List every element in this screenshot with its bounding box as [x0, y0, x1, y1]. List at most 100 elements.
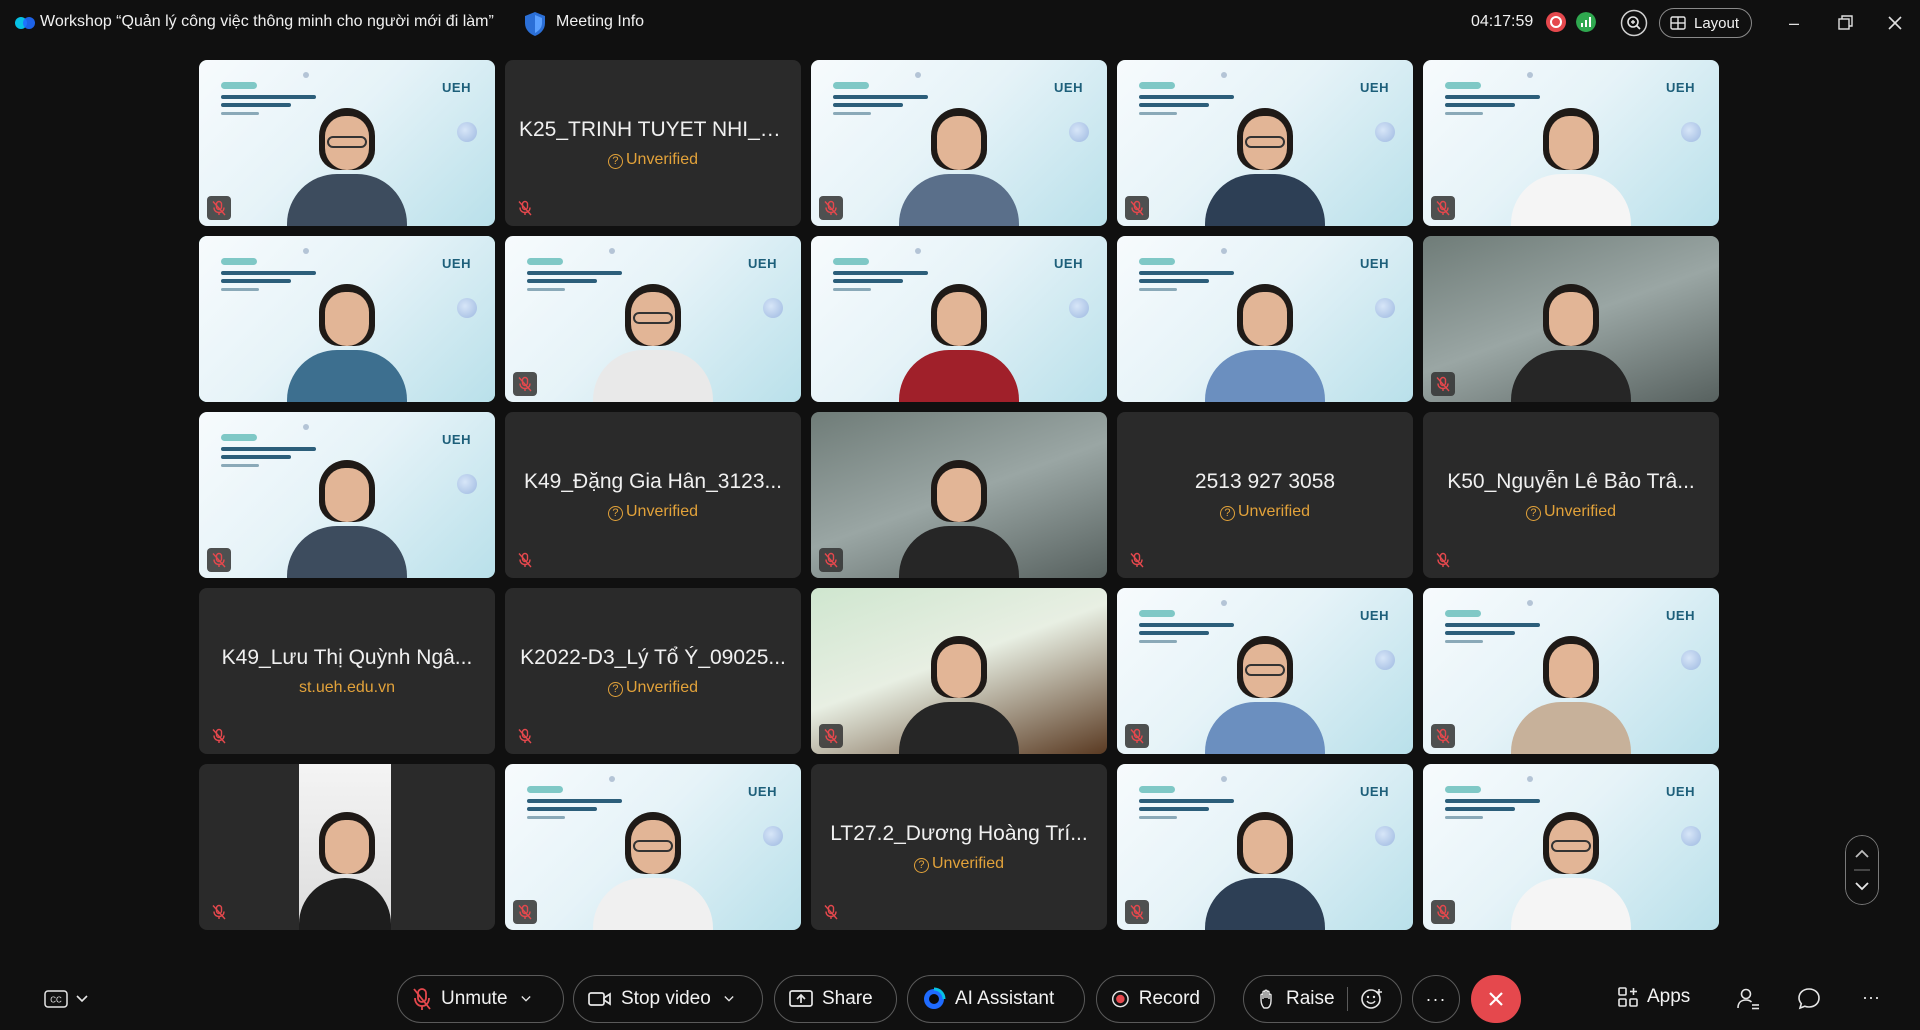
end-call-button[interactable] [1471, 975, 1521, 1023]
participant-tile[interactable]: LT27.2_Dương Hoàng Trí...? Unverified [811, 764, 1107, 930]
more-options-button[interactable]: ··· [1412, 975, 1460, 1023]
grid-layout-icon [1670, 16, 1686, 30]
layout-button[interactable]: Layout [1659, 8, 1752, 38]
chat-icon[interactable] [1796, 986, 1822, 1012]
microphone-muted-icon [1125, 196, 1149, 220]
overflow-menu-button[interactable]: ··· [1858, 986, 1884, 1012]
ueh-logo: UEH [1666, 80, 1695, 95]
participant-tile[interactable]: 2513 927 3058 ? Unverified [1117, 412, 1413, 578]
record-button[interactable]: Record [1096, 975, 1215, 1023]
participant-tile[interactable]: UEH [1423, 588, 1719, 754]
close-icon [1489, 992, 1503, 1006]
minimize-icon[interactable]: – [1781, 10, 1807, 36]
participant-tile[interactable]: UEH [1117, 236, 1413, 402]
unverified-badge: ? Unverified [1117, 503, 1413, 521]
participant-tile[interactable]: K49_Đặng Gia Hân_3123...? Unverified [505, 412, 801, 578]
participant-tile[interactable]: UEH [199, 236, 495, 402]
unverified-label: Unverified [625, 679, 699, 696]
participant-video [1205, 262, 1325, 402]
microphone-muted-icon [513, 724, 537, 748]
share-label: Share [822, 988, 873, 1009]
participant-video [899, 262, 1019, 402]
chevron-down-icon[interactable] [520, 994, 531, 1004]
microphone-muted-icon [207, 548, 231, 572]
stop-video-button[interactable]: Stop video [573, 975, 763, 1023]
microphone-muted-icon [513, 900, 537, 924]
chevron-down-icon[interactable] [724, 994, 734, 1004]
ueh-logo: UEH [442, 432, 471, 447]
participant-video [287, 262, 407, 402]
ueh-logo: UEH [1360, 608, 1389, 623]
participant-video [287, 86, 407, 226]
microphone-muted-icon [513, 372, 537, 396]
microphone-muted-icon [1431, 196, 1455, 220]
participant-tile[interactable]: K49_Lưu Thị Quỳnh Ngâ... st.ueh.edu.vn [199, 588, 495, 754]
participant-tile[interactable]: K25_TRINH TUYET NHI_0...? Unverified [505, 60, 801, 226]
unverified-label: Unverified [625, 151, 699, 168]
microphone-muted-icon [1431, 724, 1455, 748]
ueh-logo: UEH [748, 784, 777, 799]
participant-tile[interactable]: UEH [505, 236, 801, 402]
meeting-timer: 04:17:59 [1471, 13, 1534, 30]
participant-video [1511, 790, 1631, 930]
participant-tile[interactable]: UEH [1423, 60, 1719, 226]
participant-name: K49_Lưu Thị Quỳnh Ngâ... [221, 646, 473, 669]
meeting-info-button[interactable]: Meeting Info [556, 13, 644, 31]
close-window-icon[interactable] [1882, 10, 1908, 36]
participant-tile[interactable] [199, 764, 495, 930]
participants-icon[interactable] [1735, 986, 1761, 1012]
participant-video [1511, 86, 1631, 226]
shield-icon[interactable] [523, 11, 547, 37]
participant-video [899, 86, 1019, 226]
closed-captions-button[interactable]: CC [44, 988, 96, 1010]
participant-tile[interactable]: UEH [1117, 764, 1413, 930]
participant-domain: st.ueh.edu.vn [298, 679, 396, 696]
microphone-muted-icon [1431, 372, 1455, 396]
participant-tile[interactable]: K50_Nguyễn Lê Bảo Trâ... ? Unverified [1423, 412, 1719, 578]
participant-tile[interactable]: UEH [1117, 60, 1413, 226]
microphone-muted-icon [1125, 900, 1149, 924]
microphone-muted-icon [207, 724, 231, 748]
ai-assistant-label: AI Assistant [955, 988, 1055, 1009]
unverified-label: Unverified [931, 855, 1005, 872]
participant-name: 2513 927 3058 [1194, 470, 1336, 493]
participant-tile[interactable]: UEH [1117, 588, 1413, 754]
participant-tile[interactable] [811, 412, 1107, 578]
reactions-icon[interactable] [1360, 987, 1384, 1011]
participant-tile[interactable]: K2022-D3_Lý Tổ Ý_09025...? Unverified [505, 588, 801, 754]
network-status-icon[interactable] [1576, 12, 1596, 32]
stop-video-label: Stop video [621, 988, 711, 1009]
apps-button[interactable]: Apps [1617, 986, 1690, 1008]
restore-icon[interactable] [1832, 10, 1858, 36]
ueh-logo: UEH [442, 256, 471, 271]
microphone-muted-icon [1125, 724, 1149, 748]
ueh-logo: UEH [1666, 608, 1695, 623]
microphone-muted-icon [819, 196, 843, 220]
meeting-title: Workshop “Quản lý công việc thông minh c… [40, 13, 494, 30]
participant-video [593, 262, 713, 402]
unmute-button[interactable]: Unmute [397, 975, 564, 1023]
participant-tile[interactable]: UEH [811, 60, 1107, 226]
participant-tile[interactable]: UEH [1423, 764, 1719, 930]
zoom-icon[interactable] [1620, 9, 1648, 37]
svg-text:CC: CC [50, 996, 62, 1005]
unverified-badge: ? Unverified [1423, 503, 1719, 521]
ai-assistant-button[interactable]: AI Assistant [907, 975, 1085, 1023]
participant-name: K50_Nguyễn Lê Bảo Trâ... [1447, 470, 1695, 493]
microphone-muted-icon [1431, 548, 1455, 572]
microphone-muted-icon [207, 196, 231, 220]
participant-tile[interactable]: UEH [505, 764, 801, 930]
more-options-label: ··· [1425, 988, 1447, 1009]
participant-tile[interactable]: UEH [811, 236, 1107, 402]
participant-tile[interactable]: UEH [199, 412, 495, 578]
raise-hand-button[interactable]: Raise [1243, 975, 1402, 1023]
microphone-muted-icon [513, 196, 537, 220]
unverified-badge: ? Unverified [505, 151, 801, 169]
grid-page-scroller[interactable] [1845, 835, 1879, 905]
participant-tile[interactable] [811, 588, 1107, 754]
participant-tile[interactable]: UEH [199, 60, 495, 226]
microphone-muted-icon [819, 900, 843, 924]
participant-tile[interactable] [1423, 236, 1719, 402]
raise-label: Raise [1286, 988, 1335, 1009]
share-button[interactable]: Share [774, 975, 897, 1023]
